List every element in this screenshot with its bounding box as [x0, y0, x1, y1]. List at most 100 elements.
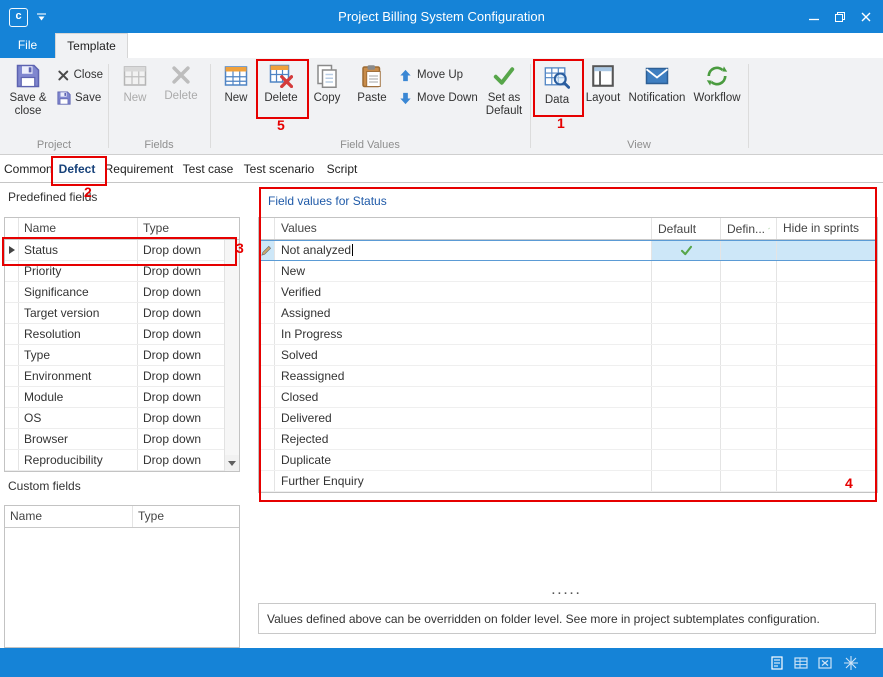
- field-row[interactable]: Module Drop down: [5, 387, 239, 408]
- scroll-down-button[interactable]: [225, 455, 239, 471]
- default-cell[interactable]: [652, 408, 721, 428]
- file-tab[interactable]: File: [0, 33, 55, 58]
- value-row[interactable]: Solved: [259, 345, 877, 366]
- value-row[interactable]: Duplicate: [259, 450, 877, 471]
- statusbar-document-button[interactable]: [768, 654, 786, 672]
- notification-button[interactable]: Notification: [627, 61, 687, 137]
- value-cell-editing[interactable]: Not analyzed: [275, 240, 652, 260]
- paste-button[interactable]: Paste: [350, 61, 394, 137]
- hide-in-sprints-column-header[interactable]: Hide in sprints: [777, 218, 877, 239]
- field-row[interactable]: Environment Drop down: [5, 366, 239, 387]
- default-cell[interactable]: [652, 429, 721, 449]
- defined-cell[interactable]: [721, 345, 777, 365]
- field-name-cell[interactable]: Status: [19, 240, 138, 260]
- defined-cell[interactable]: [721, 303, 777, 323]
- value-row-selected[interactable]: Not analyzed: [259, 240, 877, 261]
- field-row[interactable]: Resolution Drop down: [5, 324, 239, 345]
- field-row[interactable]: Significance Drop down: [5, 282, 239, 303]
- defined-cell[interactable]: [721, 429, 777, 449]
- hide-cell[interactable]: [777, 303, 877, 323]
- field-name-cell[interactable]: Environment: [19, 366, 138, 386]
- hide-cell[interactable]: [777, 282, 877, 302]
- field-name-cell[interactable]: Significance: [19, 282, 138, 302]
- statusbar-snowflake-button[interactable]: [842, 654, 860, 672]
- new-value-button[interactable]: New: [214, 61, 258, 137]
- values-column-header[interactable]: Values: [275, 218, 652, 239]
- defined-column-header[interactable]: Defin...: [721, 218, 777, 239]
- default-cell[interactable]: [652, 240, 721, 260]
- defined-cell[interactable]: [721, 282, 777, 302]
- field-name-cell[interactable]: Module: [19, 387, 138, 407]
- value-cell[interactable]: Assigned: [275, 303, 652, 323]
- splitter-grip[interactable]: .....: [527, 585, 607, 597]
- template-tab[interactable]: Template: [55, 33, 128, 58]
- value-cell[interactable]: In Progress: [275, 324, 652, 344]
- defined-cell[interactable]: [721, 471, 777, 491]
- defined-cell[interactable]: [721, 324, 777, 344]
- value-row[interactable]: Rejected: [259, 429, 877, 450]
- field-row[interactable]: Priority Drop down: [5, 261, 239, 282]
- defined-cell[interactable]: [721, 240, 777, 260]
- defined-cell[interactable]: [721, 450, 777, 470]
- delete-field-button[interactable]: Delete: [158, 61, 204, 137]
- field-row-status[interactable]: Status Drop down: [5, 240, 239, 261]
- set-as-default-button[interactable]: Set as Default: [478, 61, 530, 137]
- default-cell[interactable]: [652, 366, 721, 386]
- hide-cell[interactable]: [777, 408, 877, 428]
- tab-test-case[interactable]: Test case: [180, 159, 236, 179]
- value-cell[interactable]: Verified: [275, 282, 652, 302]
- default-cell[interactable]: [652, 303, 721, 323]
- custom-name-column-header[interactable]: Name: [5, 506, 133, 527]
- hide-cell[interactable]: [777, 450, 877, 470]
- defined-cell[interactable]: [721, 408, 777, 428]
- tab-script[interactable]: Script: [322, 159, 362, 179]
- maximize-button[interactable]: [827, 0, 853, 33]
- field-row[interactable]: OS Drop down: [5, 408, 239, 429]
- hide-cell[interactable]: [777, 471, 877, 491]
- save-button[interactable]: Save: [57, 89, 103, 107]
- name-column-header[interactable]: Name: [19, 218, 138, 239]
- field-name-cell[interactable]: Priority: [19, 261, 138, 281]
- hide-cell[interactable]: [777, 366, 877, 386]
- value-row[interactable]: Verified: [259, 282, 877, 303]
- value-row[interactable]: New: [259, 261, 877, 282]
- statusbar-grid-close-button[interactable]: [816, 654, 834, 672]
- hide-cell[interactable]: [777, 429, 877, 449]
- value-cell[interactable]: Reassigned: [275, 366, 652, 386]
- close-window-button[interactable]: [853, 0, 879, 33]
- hide-cell[interactable]: [777, 345, 877, 365]
- value-row[interactable]: Assigned: [259, 303, 877, 324]
- field-name-cell[interactable]: Resolution: [19, 324, 138, 344]
- hide-cell[interactable]: [777, 324, 877, 344]
- move-down-button[interactable]: Move Down: [398, 89, 478, 107]
- hide-cell[interactable]: [777, 261, 877, 281]
- data-button[interactable]: Data: [536, 61, 578, 137]
- tab-requirement[interactable]: Requirement: [102, 159, 176, 179]
- save-and-close-button[interactable]: Save & close: [3, 61, 53, 137]
- field-row[interactable]: Target version Drop down: [5, 303, 239, 324]
- default-cell[interactable]: [652, 345, 721, 365]
- statusbar-grid-button[interactable]: [792, 654, 810, 672]
- value-cell[interactable]: Solved: [275, 345, 652, 365]
- move-up-button[interactable]: Move Up: [398, 66, 478, 84]
- value-row[interactable]: Closed: [259, 387, 877, 408]
- default-cell[interactable]: [652, 471, 721, 491]
- default-cell[interactable]: [652, 387, 721, 407]
- field-row[interactable]: Reproducibility Drop down: [5, 450, 239, 471]
- value-row[interactable]: Reassigned: [259, 366, 877, 387]
- field-name-cell[interactable]: Target version: [19, 303, 138, 323]
- value-cell[interactable]: Further Enquiry: [275, 471, 652, 491]
- default-cell[interactable]: [652, 282, 721, 302]
- field-name-cell[interactable]: Type: [19, 345, 138, 365]
- value-cell[interactable]: Rejected: [275, 429, 652, 449]
- default-cell[interactable]: [652, 324, 721, 344]
- field-name-cell[interactable]: Reproducibility: [19, 450, 138, 470]
- default-column-header[interactable]: Default: [652, 218, 721, 239]
- value-cell[interactable]: New: [275, 261, 652, 281]
- value-cell[interactable]: Duplicate: [275, 450, 652, 470]
- layout-button[interactable]: Layout: [581, 61, 625, 137]
- value-row[interactable]: Further Enquiry: [259, 471, 877, 492]
- close-button[interactable]: Close: [57, 66, 103, 84]
- type-column-header[interactable]: Type: [138, 218, 239, 239]
- tab-common[interactable]: Common: [4, 159, 52, 179]
